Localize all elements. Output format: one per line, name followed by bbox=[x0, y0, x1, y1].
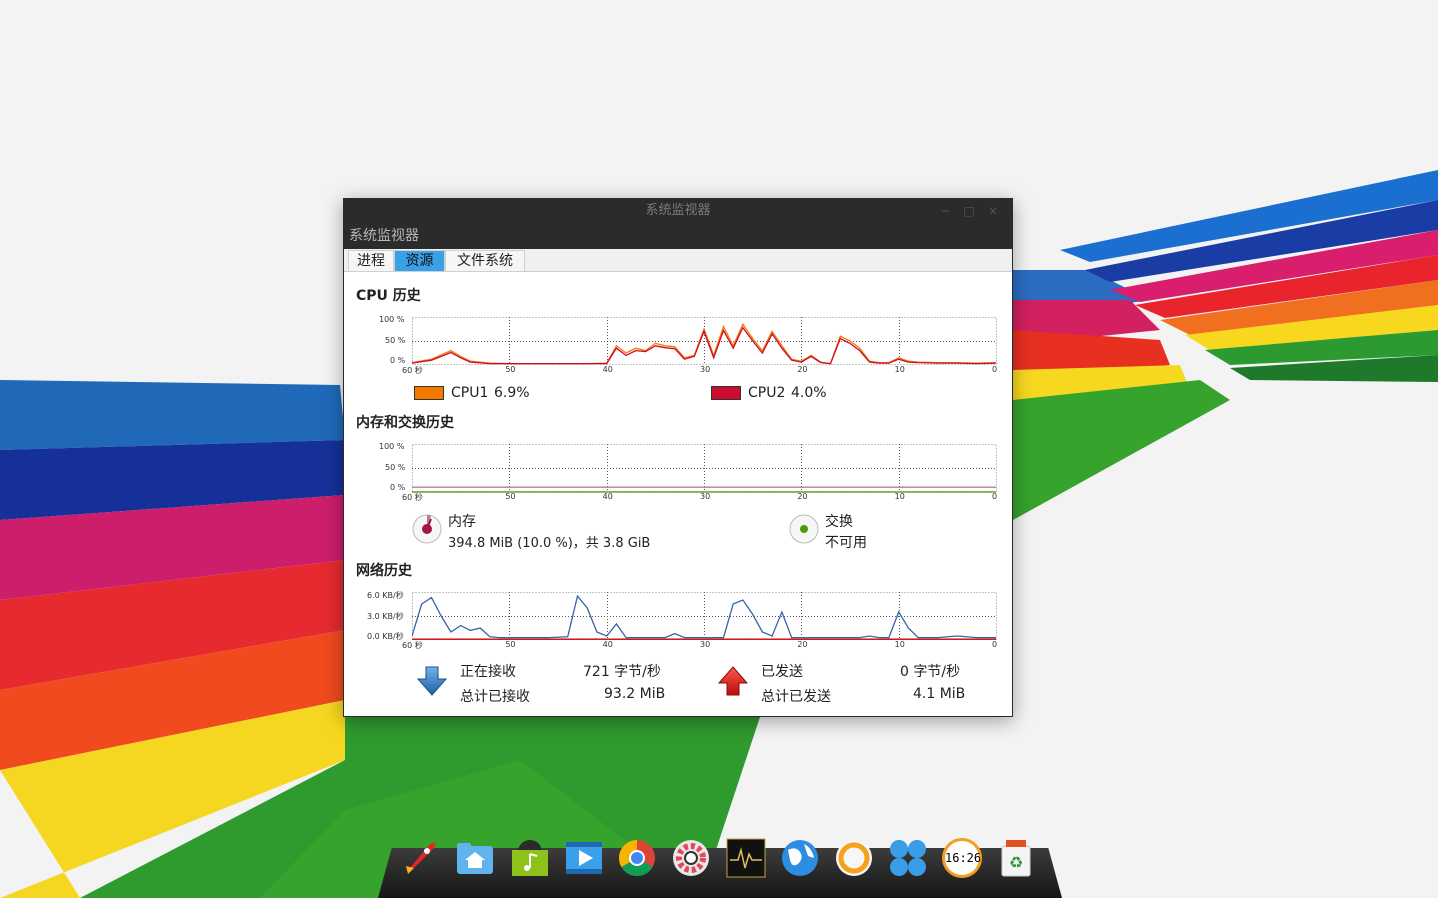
swap-value: 不可用 bbox=[825, 535, 867, 551]
x-tick-label: 20 bbox=[797, 492, 808, 501]
x-tick-label: 30 bbox=[700, 640, 711, 649]
x-tick-label: 10 bbox=[894, 365, 905, 374]
memory-history-graph bbox=[412, 444, 997, 493]
svg-text:♻: ♻ bbox=[1009, 853, 1023, 872]
cpu-history-graph bbox=[412, 317, 997, 365]
cpu1-color-swatch[interactable] bbox=[414, 386, 444, 400]
x-tick-label: 30 bbox=[700, 492, 711, 501]
window-title: 系统监视器 bbox=[645, 203, 711, 218]
x-tick-label: 50 bbox=[505, 365, 516, 374]
x-tick-label: 50 bbox=[505, 492, 516, 501]
cpu2-legend-name: CPU2 bbox=[748, 385, 786, 401]
swap-label: 交换 bbox=[825, 514, 853, 530]
x-tick-label: 10 bbox=[894, 492, 905, 501]
menu-bar: 系统监视器 bbox=[344, 223, 1012, 249]
x-tick-label: 0 bbox=[992, 365, 998, 374]
memory-pie-icon[interactable] bbox=[411, 513, 443, 545]
cpu-ytick-0: 0 % bbox=[390, 356, 406, 365]
upload-arrow-icon bbox=[717, 666, 749, 696]
maximize-button[interactable]: □ bbox=[958, 199, 980, 223]
receiving-rate: 721 字节/秒 bbox=[583, 664, 661, 680]
network-history-graph bbox=[412, 592, 997, 640]
x-tick-label: 20 bbox=[797, 640, 808, 649]
tab-filesystems[interactable]: 文件系统 bbox=[445, 250, 525, 271]
x-tick-label: 0 bbox=[992, 492, 998, 501]
tab-resources[interactable]: 资源 bbox=[394, 250, 445, 271]
clock-icon[interactable]: 16:26 bbox=[942, 838, 982, 878]
orange-circle-icon[interactable] bbox=[834, 838, 874, 878]
cpu1-legend-value: 6.9% bbox=[494, 385, 530, 401]
home-folder-icon[interactable] bbox=[455, 838, 495, 878]
total-sent-label: 总计已发送 bbox=[761, 689, 831, 705]
cpu-section-title: CPU 历史 bbox=[356, 288, 421, 304]
mem-ytick-100: 100 % bbox=[379, 442, 405, 451]
x-tick-label: 10 bbox=[894, 640, 905, 649]
total-received-label: 总计已接收 bbox=[460, 689, 530, 705]
tab-bar: 进程 资源 文件系统 bbox=[344, 249, 1012, 272]
sent-label: 已发送 bbox=[761, 664, 803, 680]
net-ytick-3: 3.0 KB/秒 bbox=[367, 612, 404, 621]
chrome-icon[interactable] bbox=[617, 838, 657, 878]
net-ytick-6: 6.0 KB/秒 bbox=[367, 591, 404, 600]
x-tick-label: 60 秒 bbox=[402, 641, 423, 650]
memory-section-title: 内存和交换历史 bbox=[356, 415, 454, 431]
x-tick-label: 50 bbox=[505, 640, 516, 649]
x-tick-label: 40 bbox=[602, 365, 613, 374]
net-ytick-0: 0.0 KB/秒 bbox=[367, 632, 404, 641]
sent-rate: 0 字节/秒 bbox=[900, 664, 961, 680]
mem-ytick-50: 50 % bbox=[385, 463, 406, 472]
title-bar[interactable]: 系统监视器 − □ × bbox=[344, 199, 1012, 223]
globe-icon[interactable] bbox=[780, 838, 820, 878]
x-tick-label: 0 bbox=[992, 640, 998, 649]
cpu-ytick-100: 100 % bbox=[379, 315, 405, 324]
receiving-label: 正在接收 bbox=[460, 664, 516, 680]
total-sent-value: 4.1 MiB bbox=[913, 686, 966, 702]
total-received-value: 93.2 MiB bbox=[604, 686, 666, 702]
x-tick-label: 20 bbox=[797, 365, 808, 374]
network-section-title: 网络历史 bbox=[356, 563, 412, 579]
cpu1-legend-name: CPU1 bbox=[451, 385, 489, 401]
minimize-button[interactable]: − bbox=[934, 199, 956, 223]
memory-label: 内存 bbox=[448, 514, 476, 530]
x-tick-label: 40 bbox=[602, 640, 613, 649]
x-tick-label: 30 bbox=[700, 365, 711, 374]
menu-title[interactable]: 系统监视器 bbox=[349, 228, 419, 244]
x-tick-label: 60 秒 bbox=[402, 493, 423, 502]
memory-value: 394.8 MiB (10.0 %)，共 3.8 GiB bbox=[448, 536, 651, 551]
x-tick-label: 40 bbox=[602, 492, 613, 501]
cpu2-legend-value: 4.0% bbox=[791, 385, 827, 401]
app-grid-icon[interactable] bbox=[888, 838, 928, 878]
gear-icon[interactable] bbox=[671, 838, 711, 878]
rocket-icon[interactable] bbox=[400, 838, 440, 878]
system-monitor-window: 系统监视器 − □ × 系统监视器 进程 资源 文件系统 CPU 历史 100 … bbox=[343, 198, 1013, 717]
monitor-pulse-icon[interactable] bbox=[726, 838, 766, 878]
swap-pie-icon[interactable] bbox=[788, 513, 820, 545]
video-play-icon[interactable] bbox=[564, 838, 604, 878]
tab-processes[interactable]: 进程 bbox=[348, 250, 394, 271]
cpu-ytick-50: 50 % bbox=[385, 336, 406, 345]
cpu2-color-swatch[interactable] bbox=[711, 386, 741, 400]
download-arrow-icon bbox=[416, 666, 448, 696]
mem-ytick-0: 0 % bbox=[390, 483, 406, 492]
x-tick-label: 60 秒 bbox=[402, 366, 423, 375]
music-note-icon[interactable] bbox=[510, 838, 550, 878]
trash-icon[interactable]: ♻ bbox=[996, 838, 1036, 878]
close-button[interactable]: × bbox=[982, 199, 1004, 223]
